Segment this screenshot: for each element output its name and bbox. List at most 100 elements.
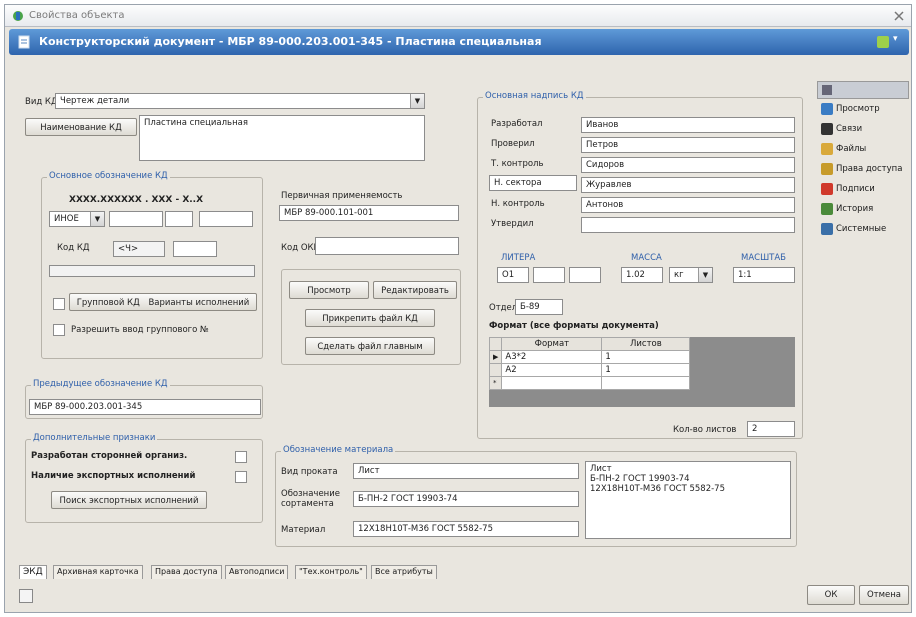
- sidebar-item-access[interactable]: Права доступа: [821, 163, 911, 179]
- tab-access-rights[interactable]: Права доступа: [151, 565, 222, 579]
- group-kd-checkbox[interactable]: [53, 298, 65, 310]
- otdel-field[interactable]: Б-89: [515, 299, 563, 315]
- stamp-role-5: Утвердил: [491, 219, 534, 229]
- menu-arrow-icon[interactable]: ▾: [893, 34, 898, 44]
- stamp-name-5[interactable]: [581, 217, 795, 233]
- sheets-cell[interactable]: [601, 376, 691, 390]
- close-icon[interactable]: [893, 10, 905, 22]
- tab-tech-control[interactable]: "Тех.контроль": [295, 565, 367, 579]
- dev-checkbox[interactable]: [235, 451, 247, 463]
- row-selector: [488, 363, 503, 377]
- sortament-field[interactable]: Б-ПН-2 ГОСТ 19903-74: [353, 491, 579, 507]
- group-kd-label: Групповой КД: [76, 298, 140, 308]
- massa-field[interactable]: 1.02: [621, 267, 663, 283]
- sheets-cell[interactable]: 1: [601, 363, 691, 377]
- sortament-label: Обозначение сортамента: [281, 489, 340, 509]
- stamp-name-1[interactable]: Петров: [581, 137, 795, 153]
- okp-field[interactable]: [315, 237, 459, 255]
- stamp-name-4[interactable]: Антонов: [581, 197, 795, 213]
- pred-oboz-field[interactable]: МБР 89-000.203.001-345: [29, 399, 261, 415]
- vid-kd-select[interactable]: Чертеж детали ▼: [55, 93, 425, 109]
- otdel-label: Отдел: [489, 303, 518, 313]
- material-field[interactable]: 12Х18Н10Т-М36 ГОСТ 5582-75: [353, 521, 579, 537]
- prefix-select[interactable]: ИНОЕ ▼: [49, 211, 105, 227]
- sidebar: Просмотр Связи Файлы Права доступа Подпи…: [821, 103, 913, 263]
- stamp-name-0[interactable]: Иванов: [581, 117, 795, 133]
- tab-archive-card[interactable]: Архивная карточка: [53, 565, 143, 579]
- kod-kd-value: <Ч>: [118, 244, 139, 254]
- sidebar-item-system[interactable]: Системные: [821, 223, 911, 239]
- format-cell[interactable]: А3*2: [501, 350, 603, 364]
- oboz-part-3[interactable]: [199, 211, 253, 227]
- table-row[interactable]: А2 1: [488, 363, 691, 377]
- perv-label: Первичная применяемость: [281, 191, 403, 201]
- material-label: Материал: [281, 525, 326, 535]
- cancel-button[interactable]: Отмена: [859, 585, 909, 605]
- litera-field-2[interactable]: [533, 267, 565, 283]
- group-kd-button[interactable]: Групповой КД Варианты исполнений: [69, 293, 257, 311]
- sidebar-item-signatures[interactable]: Подписи: [821, 183, 911, 199]
- kod-kd-extra[interactable]: [173, 241, 217, 257]
- format-cell[interactable]: А2: [501, 363, 603, 377]
- vid-kd-label: Вид КД: [25, 97, 58, 107]
- massa-unit-select[interactable]: кг ▼: [669, 267, 713, 283]
- stamp-name-2[interactable]: Сидоров: [581, 157, 795, 173]
- sheets-cell[interactable]: 1: [601, 350, 691, 364]
- make-main-button[interactable]: Сделать файл главным: [305, 337, 435, 355]
- oboz-part-1[interactable]: [109, 211, 163, 227]
- sidebar-item-history[interactable]: История: [821, 203, 911, 219]
- tab-ekd[interactable]: ЭКД: [19, 565, 47, 579]
- kod-kd-label: Код КД: [57, 243, 90, 253]
- sidebar-item-files[interactable]: Файлы: [821, 143, 911, 159]
- app-icon: [13, 11, 23, 21]
- material-memo[interactable]: Лист Б-ПН-2 ГОСТ 19903-74 12Х18Н10Т-М36 …: [585, 461, 791, 539]
- sidebar-item-view[interactable]: Просмотр: [821, 103, 911, 119]
- properties-window: Свойства объекта Конструкторский докумен…: [4, 4, 912, 613]
- search-export-button[interactable]: Поиск экспортных исполнений: [51, 491, 207, 509]
- naimenovanie-button[interactable]: Наименование КД: [25, 118, 137, 136]
- vid-prokata-field[interactable]: Лист: [353, 463, 579, 479]
- perv-field[interactable]: МБР 89-000.101-001: [279, 205, 459, 221]
- row-pointer-icon: ▶: [488, 350, 503, 364]
- grid-icon: [822, 85, 832, 95]
- memo-line-2: Б-ПН-2 ГОСТ 19903-74: [590, 474, 690, 484]
- format-header-row: Формат Листов: [488, 337, 691, 351]
- document-header: Конструкторский документ - МБР 89-000.20…: [9, 29, 909, 55]
- stamp-role-3[interactable]: Н. сектора: [489, 175, 577, 191]
- litera-field-3[interactable]: [569, 267, 601, 283]
- tab-autosign[interactable]: Автоподписи: [225, 565, 289, 579]
- vid-prokata-label: Вид проката: [281, 467, 338, 477]
- kod-kd-field[interactable]: <Ч>: [113, 241, 165, 257]
- exp-checkbox[interactable]: [235, 471, 247, 483]
- attach-file-button[interactable]: Прикрепить файл КД: [305, 309, 435, 327]
- oboznachenie-mask: ХХХХ.ХХХХХХ . ХХХ - Х..Х: [69, 195, 204, 205]
- edit-button[interactable]: Редактировать: [373, 281, 457, 299]
- format-cell[interactable]: [501, 376, 603, 390]
- ok-button[interactable]: ОК: [807, 585, 855, 605]
- document-title: Конструкторский документ - МБР 89-000.20…: [39, 35, 542, 48]
- masshtab-field[interactable]: 1:1: [733, 267, 795, 283]
- allow-group-checkbox[interactable]: [53, 324, 65, 336]
- oboz-part-2[interactable]: [165, 211, 193, 227]
- sidebar-item-label: Связи: [836, 124, 863, 134]
- chevron-down-icon[interactable]: ▼: [698, 268, 712, 282]
- count-field[interactable]: 2: [747, 421, 795, 437]
- tab-all-attributes[interactable]: Все атрибуты: [371, 565, 437, 579]
- row-selector-header: [488, 337, 503, 351]
- sidebar-item-links[interactable]: Связи: [821, 123, 911, 139]
- chevron-down-icon[interactable]: ▼: [90, 212, 104, 226]
- naimenovanie-field[interactable]: Пластина специальная: [139, 115, 425, 161]
- stamp-name-3[interactable]: Журавлев: [581, 177, 795, 193]
- material-title: Обозначение материала: [281, 445, 396, 455]
- massa-unit-value: кг: [674, 270, 684, 280]
- litera-field-1[interactable]: О1: [497, 267, 529, 283]
- table-row[interactable]: *: [488, 376, 691, 390]
- chevron-down-icon[interactable]: ▼: [410, 94, 424, 108]
- col-sheets-header: Листов: [601, 337, 691, 351]
- table-row[interactable]: ▶ А3*2 1: [488, 350, 691, 364]
- new-row-icon: *: [488, 376, 503, 390]
- format-grid: Формат Листов ▶ А3*2 1 А2 1 *: [488, 337, 795, 407]
- dev-label: Разработан сторонней организ.: [31, 451, 188, 461]
- view-button[interactable]: Просмотр: [289, 281, 369, 299]
- info-icon[interactable]: [19, 589, 33, 603]
